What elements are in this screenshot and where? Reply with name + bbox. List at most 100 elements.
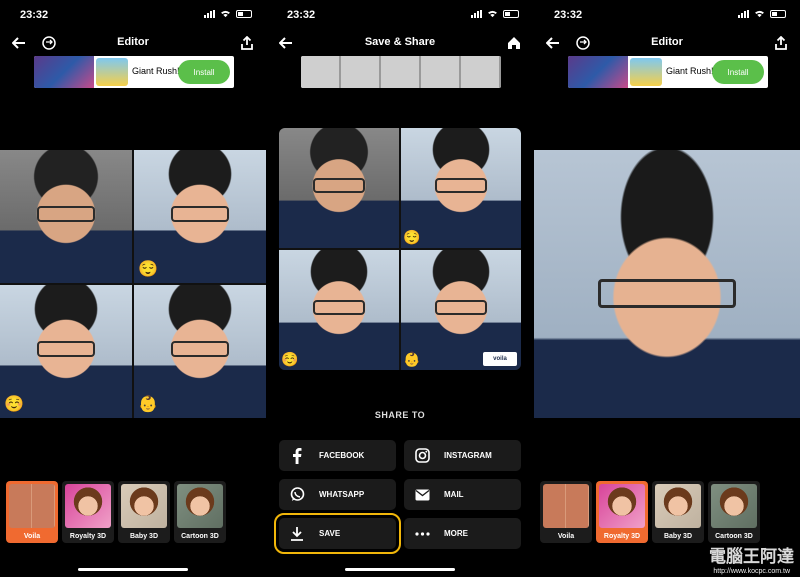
ad-title: Giant Rush! [132, 66, 180, 76]
filter-royalty-3d[interactable]: Royalty 3D [596, 481, 648, 543]
filter-thumbnail [599, 484, 645, 528]
filter-thumbnail [177, 484, 223, 528]
instagram-icon [414, 448, 430, 464]
cartoon-photo: ☺️ [0, 285, 132, 418]
mail-share-button[interactable]: MAIL [404, 479, 521, 510]
cartoon-photo: ☺️ [279, 250, 399, 370]
ad-banner[interactable]: Giant Rush! Install [568, 56, 768, 88]
baby-emoji-icon: 👶 [403, 351, 421, 367]
ad-app-icon [96, 58, 128, 86]
share-label: WHATSAPP [319, 490, 365, 499]
mail-icon [414, 487, 430, 503]
save-share-panel: 23:32 Save & Share 😌 ☺️ 👶 voila SHARE TO … [267, 0, 533, 577]
watermark-logo: 電腦王阿達 [709, 547, 794, 566]
instagram-share-button[interactable]: INSTAGRAM [404, 440, 521, 471]
page-title: Save & Share [364, 36, 436, 48]
ad-app-icon [630, 58, 662, 86]
filter-label: Baby 3D [663, 533, 692, 540]
share-upload-icon[interactable] [238, 34, 256, 52]
status-time: 23:32 [554, 9, 583, 21]
home-indicator [345, 568, 455, 571]
ad-image [568, 56, 628, 88]
relieved-emoji-icon: 😌 [403, 229, 421, 245]
filter-label: Baby 3D [129, 533, 158, 540]
ad-install-button[interactable]: Install [178, 60, 230, 84]
home-indicator [78, 568, 188, 571]
filter-label: Royalty 3D [603, 533, 641, 540]
smiling-emoji-icon: ☺️ [281, 351, 299, 367]
filter-strip: Voila Royalty 3D Baby 3D Cartoon 3D [540, 481, 760, 543]
battery-icon [236, 10, 252, 18]
filter-thumbnail [711, 484, 757, 528]
facebook-icon [289, 447, 305, 464]
filter-thumbnail [543, 484, 589, 528]
ad-image [34, 56, 94, 88]
filter-thumbnail [9, 484, 55, 528]
filter-baby-3d[interactable]: Baby 3D [118, 481, 170, 543]
filter-thumbnail [655, 484, 701, 528]
share-label: FACEBOOK [319, 451, 365, 460]
status-bar: 23:32 [267, 0, 533, 30]
whatsapp-share-button[interactable]: WHATSAPP [279, 479, 396, 510]
home-icon[interactable] [505, 34, 523, 52]
smiling-emoji-icon: ☺️ [4, 396, 24, 413]
download-icon [289, 526, 305, 542]
share-upload-icon[interactable] [772, 34, 790, 52]
battery-icon [770, 10, 786, 18]
wifi-icon [488, 10, 497, 18]
signal-icon [204, 10, 215, 18]
watermark-url: http://www.kocpc.com.tw [713, 568, 790, 575]
wifi-icon [755, 10, 764, 18]
relieved-emoji-icon: 😌 [138, 261, 158, 278]
editor-panel-right: 23:32 Editor Giant Rush! Install Voila R… [534, 0, 800, 577]
page-title: Editor [651, 36, 683, 48]
nav-bar: Save & Share [267, 30, 533, 56]
filter-cartoon-3d[interactable]: Cartoon 3D [174, 481, 226, 543]
voila-watermark-logo: voila [483, 352, 517, 366]
editor-panel-left: 23:32 Editor Giant Rush! Install 😌 ☺️ 👶 … [0, 0, 266, 577]
share-options: FACEBOOK INSTAGRAM WHATSAPP MAIL SAVE MO… [274, 440, 521, 554]
cartoon-photo: 😌 [134, 150, 266, 283]
baby-emoji-icon: 👶 [138, 396, 158, 413]
filter-label: Royalty 3D [69, 533, 107, 540]
more-icon [414, 526, 430, 542]
filter-cartoon-3d[interactable]: Cartoon 3D [708, 481, 760, 543]
nav-bar: Editor [534, 30, 800, 56]
wifi-icon [221, 10, 230, 18]
cartoon-photo: 👶 voila [401, 250, 521, 370]
cartoon-portrait [534, 150, 800, 418]
status-icons [471, 10, 519, 18]
status-bar: 23:32 [0, 0, 266, 30]
status-time: 23:32 [20, 9, 49, 21]
filter-royalty-3d[interactable]: Royalty 3D [62, 481, 114, 543]
status-bar: 23:32 [534, 0, 800, 30]
more-share-button[interactable]: MORE [404, 518, 521, 549]
share-to-heading: SHARE TO [374, 410, 426, 420]
filter-thumbnail [121, 484, 167, 528]
ad-banner[interactable] [301, 56, 501, 88]
filter-strip: Voila Royalty 3D Baby 3D Cartoon 3D [6, 481, 226, 543]
photo-grid: 😌 ☺️ 👶 voila [279, 128, 521, 370]
ad-image [301, 56, 501, 88]
status-time: 23:32 [287, 9, 316, 21]
cartoon-photo: 😌 [401, 128, 521, 248]
cartoon-photo: 👶 [134, 285, 266, 418]
filter-label: Voila [23, 533, 41, 540]
signal-icon [738, 10, 749, 18]
filter-label: Voila [557, 533, 575, 540]
filter-voila[interactable]: Voila [6, 481, 58, 543]
filter-voila[interactable]: Voila [540, 481, 592, 543]
page-title: Editor [117, 36, 149, 48]
original-photo [279, 128, 399, 248]
share-label: MORE [444, 529, 468, 538]
facebook-share-button[interactable]: FACEBOOK [279, 440, 396, 471]
whatsapp-icon [289, 487, 305, 503]
ad-install-button[interactable]: Install [712, 60, 764, 84]
filter-label: Cartoon 3D [181, 533, 219, 540]
status-icons [204, 10, 252, 18]
filter-label: Cartoon 3D [715, 533, 753, 540]
ad-banner[interactable]: Giant Rush! Install [34, 56, 234, 88]
filter-baby-3d[interactable]: Baby 3D [652, 481, 704, 543]
save-button[interactable]: SAVE [274, 513, 401, 554]
glasses [597, 278, 737, 309]
